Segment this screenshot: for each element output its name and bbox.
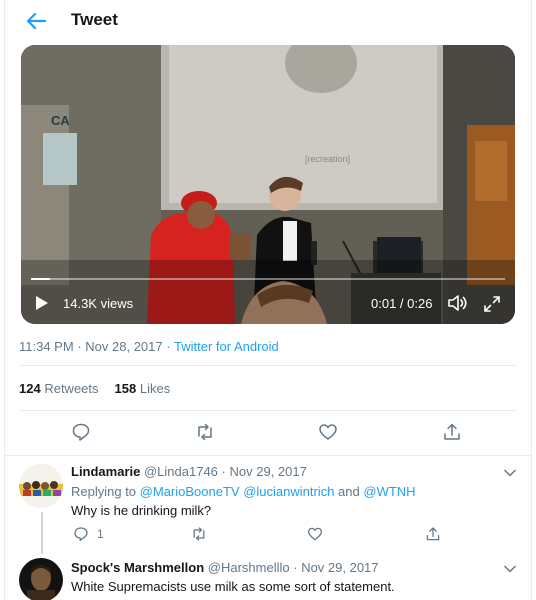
- reply-count: 1: [97, 527, 104, 541]
- retweets-count: 124: [19, 381, 41, 396]
- retweets-label: Retweets: [44, 381, 99, 396]
- reply-date[interactable]: Nov 29, 2017: [301, 560, 378, 575]
- video-progress-fill: [31, 278, 50, 280]
- avatar[interactable]: [19, 464, 63, 508]
- video-time: 0:01 / 0:26: [371, 296, 433, 311]
- reply-icon[interactable]: [71, 422, 91, 442]
- replying-and: and: [338, 484, 360, 499]
- fullscreen-icon[interactable]: [483, 295, 501, 313]
- thread-line: [41, 548, 43, 554]
- replying-to: Replying to @MarioBooneTV @lucianwintric…: [71, 484, 416, 499]
- tweet-time: 11:34 PM: [19, 339, 74, 354]
- avatar-image: [19, 464, 63, 508]
- share-icon[interactable]: [425, 526, 441, 542]
- like-icon[interactable]: [318, 422, 338, 442]
- reply-author-name[interactable]: Spock's Marshmellon: [71, 560, 204, 575]
- back-arrow-icon[interactable]: [23, 8, 49, 34]
- replying-to-label: Replying to: [71, 484, 137, 499]
- svg-text:CA: CA: [51, 113, 70, 128]
- likes-label: Likes: [139, 381, 171, 396]
- avatar[interactable]: [19, 558, 63, 600]
- reply-date[interactable]: Nov 29, 2017: [230, 464, 307, 479]
- reply-text: White Supremacists use milk as some sort…: [71, 579, 395, 594]
- likes-count: 158: [114, 381, 137, 396]
- header: Tweet: [5, 0, 531, 42]
- divider: [19, 365, 517, 366]
- meta-separator: ·: [166, 339, 171, 354]
- tweet-action-bar: [5, 422, 531, 444]
- reply-author-name[interactable]: Lindamarie: [71, 464, 140, 479]
- meta-separator: ·: [77, 339, 82, 354]
- page-title: Tweet: [71, 10, 118, 29]
- reply-tweet[interactable]: Spock's Marshmellon @Harshmelllo · Nov 2…: [5, 548, 531, 600]
- video-progress-bar[interactable]: [31, 278, 505, 280]
- tweet-date[interactable]: Nov 28, 2017: [85, 339, 162, 354]
- reply-text: Why is he drinking milk?: [71, 503, 212, 518]
- like-icon[interactable]: [307, 526, 323, 542]
- reply-header: Spock's Marshmellon @Harshmelllo · Nov 2…: [71, 560, 379, 575]
- video-view-count: 14.3K views: [63, 296, 134, 311]
- reply-icon[interactable]: [73, 526, 89, 542]
- meta-separator: ·: [221, 464, 226, 479]
- meta-separator: ·: [293, 560, 298, 575]
- video-frame: CA [recreation]: [21, 45, 515, 324]
- reply-mention-link[interactable]: @WTNH: [363, 484, 415, 499]
- play-icon[interactable]: [35, 295, 49, 311]
- chevron-down-icon[interactable]: [503, 564, 517, 574]
- video-player[interactable]: CA [recreation] 14.3K views 0:01 / 0:26: [21, 45, 515, 324]
- divider: [19, 410, 517, 411]
- retweet-icon[interactable]: [195, 422, 215, 442]
- retweet-icon[interactable]: [191, 526, 207, 542]
- reply-author-handle[interactable]: @Linda1746: [144, 464, 218, 479]
- reply-tweet[interactable]: Lindamarie @Linda1746 · Nov 29, 2017 Rep…: [5, 456, 531, 552]
- share-icon[interactable]: [442, 422, 462, 442]
- chevron-down-icon[interactable]: [503, 468, 517, 478]
- tweet-source-link[interactable]: Twitter for Android: [174, 339, 279, 354]
- volume-icon[interactable]: [447, 293, 469, 313]
- screen-caption: [recreation]: [305, 154, 350, 164]
- tweet-stats: 124 Retweets 158 Likes: [19, 381, 170, 396]
- reply-mentions-link[interactable]: @MarioBooneTV @lucianwintrich: [140, 484, 335, 499]
- thread-line: [41, 512, 43, 552]
- tweet-detail-panel: Tweet CA [recreation] 14.3K views 0:01 /…: [4, 0, 532, 600]
- reply-header: Lindamarie @Linda1746 · Nov 29, 2017: [71, 464, 307, 479]
- retweets-stat[interactable]: 124 Retweets: [19, 381, 99, 396]
- likes-stat[interactable]: 158 Likes: [115, 381, 171, 396]
- tweet-meta: 11:34 PM · Nov 28, 2017 · Twitter for An…: [19, 339, 279, 354]
- avatar-image: [19, 558, 63, 600]
- reply-author-handle[interactable]: @Harshmelllo: [208, 560, 290, 575]
